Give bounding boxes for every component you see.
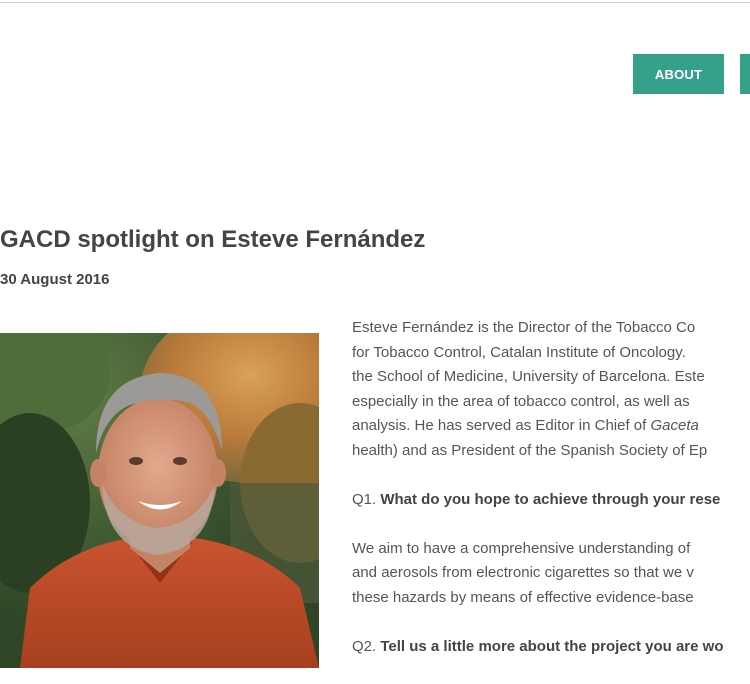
portrait-photo [0,333,319,668]
question-1: Q1. What do you hope to achieve through … [352,488,750,513]
article-title: GACD spotlight on Esteve Fernández [0,226,426,253]
question-text: Tell us a little more about the project … [380,637,724,655]
answer-line: and aerosols from electronic cigarettes … [352,564,694,581]
intro-line: analysis. He has served as Editor in Chi… [352,417,651,434]
intro-line: especially in the area of tobacco contro… [352,392,690,410]
journal-name: Gaceta [650,417,699,434]
intro-paragraph: Esteve Fernández is the Director of the … [352,316,750,463]
intro-line: health) and as President of the Spanish … [352,441,708,459]
article-body: Esteve Fernández is the Director of the … [352,316,750,684]
intro-line: for Tobacco Control, Catalan Institute o… [352,343,686,361]
question-text: What do you hope to achieve through your… [380,490,721,508]
question-prefix: Q1. [352,490,381,508]
nav-about-button[interactable]: About [633,54,724,94]
question-2: Q2. Tell us a little more about the proj… [352,635,750,660]
question-prefix: Q2. [352,637,381,655]
intro-line: Esteve Fernández is the Director of the … [352,319,696,336]
nav-next-button[interactable] [740,54,750,94]
answer-line: We aim to have a comprehensive understan… [352,539,691,557]
intro-line: the School of Medicine, University of Ba… [352,368,705,385]
article-date: 30 August 2016 [0,271,110,288]
answer-line: these hazards by means of effective evid… [352,588,694,606]
answer-1: We aim to have a comprehensive understan… [352,537,750,611]
top-divider [0,2,750,3]
